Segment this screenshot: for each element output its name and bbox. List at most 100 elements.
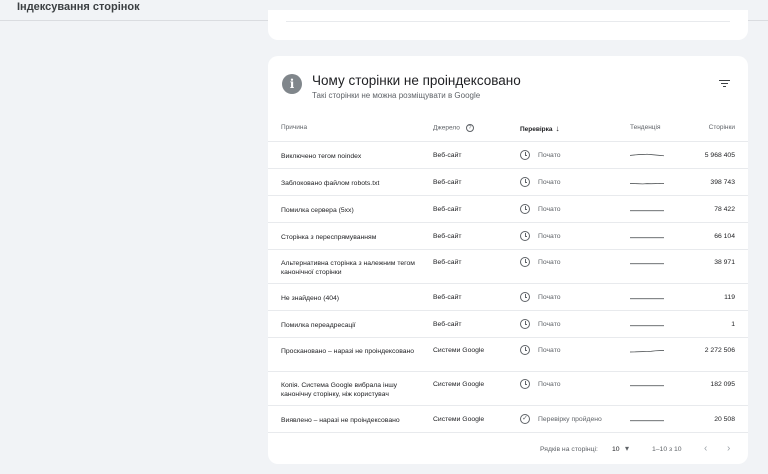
help-icon[interactable]: ?	[465, 124, 474, 132]
rows-per-page-select[interactable]: 10	[612, 446, 620, 453]
row-check: Почато	[520, 177, 561, 187]
header-source[interactable]: Джерело?	[433, 124, 474, 132]
row-trend-sparkline	[630, 210, 664, 212]
row-reason: Сторінка з переспрямуванням	[281, 234, 377, 241]
row-source: Веб-сайт	[433, 294, 462, 301]
row-check: Почато	[520, 345, 561, 355]
sparkline-path	[630, 350, 664, 353]
row-check: ✓ Перевірку пройдено	[520, 414, 602, 424]
row-check-label: Почато	[538, 320, 561, 328]
row-check: Почато	[520, 231, 561, 241]
table-row[interactable]: Виключено тегом noindex Веб-сайт Почато 5 9…	[268, 142, 748, 169]
row-reason: Копія. Система Google вибрала іншу канон…	[281, 382, 398, 398]
row-check: Почато	[520, 292, 561, 302]
pagination: Рядків на сторінці: 10 ▾ 1–10 з 10 ‹ ›	[268, 443, 748, 458]
clock-icon	[520, 379, 530, 389]
table-row[interactable]: Проскановано – наразі не проіндексовано С…	[268, 338, 748, 372]
row-reason: Виключено тегом noindex	[281, 153, 362, 160]
table-header: Причина Джерело? Перевірка ↓ Тенденція Ст…	[268, 118, 748, 142]
row-check-label: Перевірку пройдено	[538, 415, 602, 423]
row-check-label: Почато	[538, 205, 561, 213]
row-source: Веб-сайт	[433, 152, 462, 159]
row-trend-sparkline	[630, 385, 664, 387]
row-reason: Не знайдено (404)	[281, 295, 340, 302]
row-trend-sparkline	[630, 350, 664, 353]
row-check: Почато	[520, 150, 561, 160]
row-pages: 66 104	[714, 233, 735, 240]
row-check: Почато	[520, 319, 561, 329]
table-row[interactable]: Копія. Система Google вибрала іншу канон…	[268, 372, 748, 406]
clock-icon	[520, 204, 530, 214]
table-row[interactable]: Заблоковано файлом robots.txt Веб-сайт Поч…	[268, 169, 748, 196]
row-check-label: Почато	[538, 258, 561, 266]
row-pages: 182 095	[710, 381, 735, 388]
filter-icon[interactable]	[719, 80, 730, 88]
table-row[interactable]: Сторінка з переспрямуванням Веб-сайт Почат…	[268, 223, 748, 250]
row-reason: Помилка сервера (5xx)	[281, 207, 354, 214]
row-source: Системи Google	[433, 416, 485, 423]
row-trend-sparkline	[630, 420, 664, 422]
clock-icon	[520, 292, 530, 302]
row-trend-sparkline	[630, 237, 664, 239]
next-page-icon[interactable]: ›	[727, 443, 730, 454]
row-pages: 20 508	[714, 416, 735, 423]
row-reason: Виявлено – наразі не проіндексовано	[281, 417, 400, 424]
row-reason: Помилка переадресації	[281, 322, 356, 329]
not-indexed-card: i Чому сторінки не проіндексовано Такі с…	[268, 56, 748, 464]
page-range: 1–10 з 10	[652, 446, 682, 453]
row-trend-sparkline	[630, 325, 664, 327]
row-reason: Проскановано – наразі не проіндексовано	[281, 348, 415, 355]
card-title: Чому сторінки не проіндексовано	[312, 73, 521, 88]
row-check-label: Почато	[538, 293, 561, 301]
row-source: Веб-сайт	[433, 206, 462, 213]
previous-card	[268, 10, 748, 40]
row-reason: Альтернативна сторінка з належним тегом …	[281, 260, 415, 276]
row-trend-sparkline	[630, 263, 664, 265]
table-row[interactable]: Виявлено – наразі не проіндексовано Систе…	[268, 406, 748, 433]
header-pages[interactable]: Сторінки	[709, 124, 735, 131]
clock-icon	[520, 177, 530, 187]
table-row[interactable]: Альтернативна сторінка з належним тегом …	[268, 250, 748, 284]
row-source: Веб-сайт	[433, 179, 462, 186]
header-check-label: Перевірка	[520, 126, 553, 133]
table-row[interactable]: Не знайдено (404) Веб-сайт Почато 119	[268, 284, 748, 311]
row-source: Веб-сайт	[433, 321, 462, 328]
header-trend[interactable]: Тенденція	[630, 124, 661, 131]
clock-icon	[520, 150, 530, 160]
clock-icon	[520, 231, 530, 241]
row-pages: 38 971	[714, 259, 735, 266]
header-check[interactable]: Перевірка ↓	[520, 124, 560, 133]
row-check-label: Почато	[538, 380, 561, 388]
table-row[interactable]: Помилка переадресації Веб-сайт Почато 1	[268, 311, 748, 338]
dropdown-caret-icon[interactable]: ▾	[625, 444, 629, 453]
rows-per-page-label: Рядків на сторінці:	[540, 446, 598, 453]
row-check: Почато	[520, 204, 561, 214]
header-reason[interactable]: Причина	[281, 124, 307, 131]
card-subtitle: Такі сторінки не можна розміщувати в Goo…	[312, 91, 481, 100]
check-circle-icon: ✓	[520, 414, 530, 424]
row-pages: 5 968 405	[704, 152, 735, 159]
row-trend-sparkline	[630, 153, 664, 157]
page-title: Індексування сторінок	[17, 1, 140, 13]
row-source: Веб-сайт	[433, 259, 462, 266]
prev-page-icon[interactable]: ‹	[704, 443, 707, 454]
row-trend-sparkline	[630, 298, 664, 300]
row-check-label: Почато	[538, 232, 561, 240]
row-check-label: Почато	[538, 346, 561, 354]
row-source: Системи Google	[433, 381, 485, 388]
row-source: Системи Google	[433, 347, 485, 354]
clock-icon	[520, 257, 530, 267]
row-check: Почато	[520, 379, 561, 389]
row-check: Почато	[520, 257, 561, 267]
sort-arrow-icon: ↓	[555, 124, 560, 133]
row-pages: 1	[731, 321, 735, 328]
clock-icon	[520, 319, 530, 329]
table-row[interactable]: Помилка сервера (5xx) Веб-сайт Почато 78 42…	[268, 196, 748, 223]
sparkline-path	[630, 153, 664, 157]
info-icon: i	[282, 74, 302, 94]
clock-icon	[520, 345, 530, 355]
row-pages: 398 743	[710, 179, 735, 186]
row-pages: 119	[724, 294, 735, 301]
row-pages: 2 272 506	[704, 347, 735, 354]
row-pages: 78 422	[714, 206, 735, 213]
